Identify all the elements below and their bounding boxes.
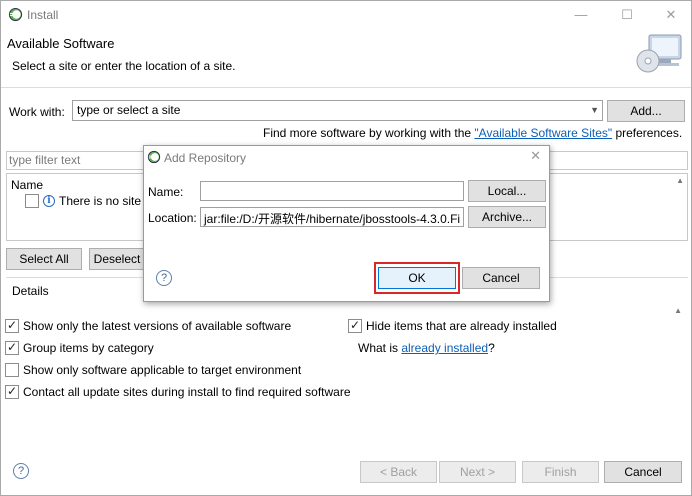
find-more-suffix: preferences.: [612, 126, 683, 140]
close-button[interactable]: ✕: [659, 5, 683, 25]
option-group-by-category[interactable]: Group items by category: [5, 340, 154, 355]
option-latest-versions[interactable]: Show only the latest versions of availab…: [5, 318, 292, 333]
location-label: Location:: [148, 211, 197, 225]
option-label: Hide items that are already installed: [366, 319, 557, 333]
dialog-cancel-button[interactable]: Cancel: [462, 267, 540, 289]
deselect-all-button[interactable]: Deselect: [89, 248, 145, 270]
scroll-up-icon[interactable]: ▲: [676, 176, 684, 185]
eclipse-icon: [147, 150, 161, 164]
install-banner-icon: [636, 34, 682, 73]
option-label: Show only the latest versions of availab…: [23, 319, 292, 333]
tree-column-name: Name: [11, 178, 44, 192]
option-target-environment[interactable]: Show only software applicable to target …: [5, 363, 301, 377]
details-scroll-icon[interactable]: ▲: [674, 306, 682, 315]
what-is-suffix: ?: [488, 341, 495, 355]
back-button[interactable]: < Back: [360, 461, 437, 483]
archive-button[interactable]: Archive...: [468, 206, 546, 228]
local-button[interactable]: Local...: [468, 180, 546, 202]
help-icon[interactable]: ?: [13, 463, 29, 479]
option-hide-installed[interactable]: Hide items that are already installed: [348, 318, 557, 333]
option-label: Group items by category: [23, 341, 154, 355]
select-all-button[interactable]: Select All: [6, 248, 82, 270]
next-button[interactable]: Next >: [439, 461, 516, 483]
option-label: Contact all update sites during install …: [23, 385, 351, 399]
work-with-value: type or select a site: [77, 103, 181, 117]
tree-empty-row: i There is no site s: [25, 194, 150, 208]
add-repository-dialog: Add Repository ✕ Name: Local... Location…: [143, 145, 550, 302]
details-label: Details: [12, 284, 49, 298]
what-is-prefix: What is: [358, 341, 402, 355]
checkbox[interactable]: [348, 318, 362, 333]
tree-empty-message: There is no site s: [59, 194, 151, 208]
location-field[interactable]: jar:file:/D:/开源软件/hibernate/jbosstools-4…: [200, 207, 464, 227]
page-description: Select a site or enter the location of a…: [12, 59, 236, 73]
dialog-title: Add Repository: [164, 151, 247, 165]
minimize-button[interactable]: —: [569, 5, 593, 25]
header-separator: [1, 87, 691, 88]
already-installed-link[interactable]: already installed: [401, 341, 488, 355]
window-title: Install: [27, 8, 59, 22]
ok-highlight-box: [374, 262, 460, 294]
name-label: Name:: [148, 185, 184, 199]
find-more-text: Find more software by working with the "…: [263, 126, 682, 140]
finish-button[interactable]: Finish: [522, 461, 599, 483]
option-contact-all-sites[interactable]: Contact all update sites during install …: [5, 384, 351, 399]
chevron-down-icon[interactable]: ▼: [590, 105, 599, 115]
cancel-button[interactable]: Cancel: [604, 461, 682, 483]
what-is-text: What is already installed?: [358, 341, 495, 355]
title-bar: Install — ☐ ✕: [1, 1, 691, 30]
option-label: Show only software applicable to target …: [23, 363, 302, 377]
checkbox[interactable]: [5, 384, 19, 399]
tree-row-checkbox[interactable]: [25, 194, 39, 208]
checkbox[interactable]: [5, 318, 19, 333]
name-field[interactable]: [200, 181, 464, 201]
maximize-button[interactable]: ☐: [615, 5, 639, 25]
add-site-button[interactable]: Add...: [607, 100, 685, 122]
page-title: Available Software: [7, 36, 115, 51]
available-software-sites-link[interactable]: "Available Software Sites": [474, 126, 612, 140]
work-with-combo[interactable]: type or select a site ▼: [72, 100, 603, 121]
checkbox[interactable]: [5, 363, 19, 377]
dialog-close-button[interactable]: ✕: [530, 148, 541, 164]
checkbox[interactable]: [5, 340, 19, 355]
work-with-label: Work with:: [9, 105, 65, 119]
help-icon[interactable]: ?: [156, 270, 172, 286]
eclipse-icon: [8, 7, 23, 22]
info-icon: i: [43, 195, 55, 207]
find-more-prefix: Find more software by working with the: [263, 126, 475, 140]
